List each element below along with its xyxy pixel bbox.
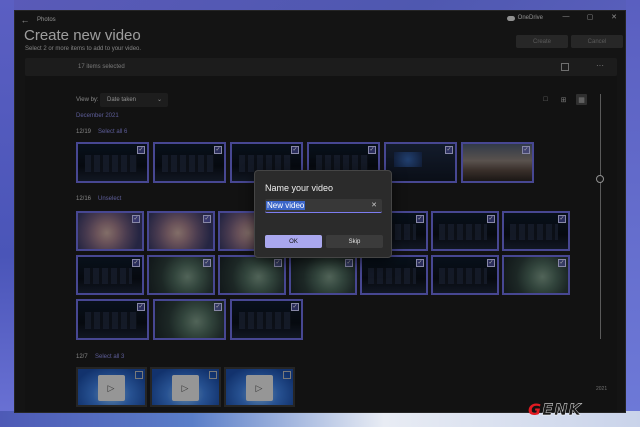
- ok-button[interactable]: OK: [265, 235, 322, 248]
- logo-letters: ENK: [542, 399, 582, 419]
- desktop-wallpaper-left: [0, 0, 14, 427]
- logo-letter-g: G: [528, 399, 543, 419]
- clear-icon[interactable]: ✕: [371, 201, 377, 209]
- skip-button[interactable]: Skip: [326, 235, 383, 248]
- desktop-wallpaper-right: [626, 0, 640, 427]
- dialog-title: Name your video: [265, 183, 334, 193]
- genk-watermark-logo: G ENK: [528, 398, 582, 420]
- name-video-dialog: Name your video New video ✕ OK Skip: [254, 170, 392, 258]
- video-name-input[interactable]: New video ✕: [265, 199, 382, 213]
- video-name-value: New video: [266, 201, 306, 210]
